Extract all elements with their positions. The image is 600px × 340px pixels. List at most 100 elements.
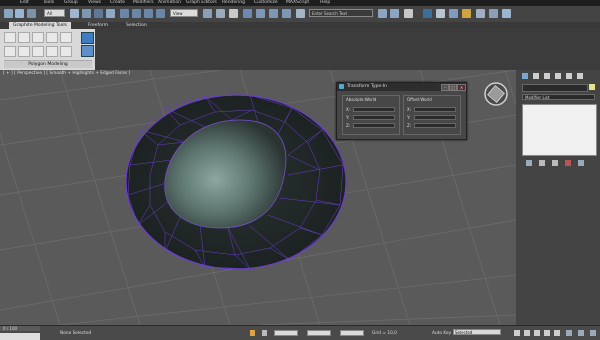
polygon-modeling-tool-1[interactable] [4, 32, 16, 43]
status-text: None Selected [60, 331, 92, 336]
spinner-snap-icon[interactable] [282, 9, 291, 18]
lock-selection-icon[interactable] [250, 330, 255, 336]
abs-x-spinner[interactable] [353, 107, 395, 112]
goto-start-icon[interactable] [514, 330, 520, 336]
link-icon[interactable] [27, 9, 36, 18]
utilities-tab-icon[interactable] [577, 73, 583, 79]
ribbon-panel: Polygon Modeling [0, 29, 600, 70]
place-icon[interactable] [156, 9, 165, 18]
remove-modifier-icon[interactable] [565, 160, 571, 166]
dialog-titlebar[interactable]: Transform Type-In – □ × [337, 83, 466, 91]
modify-tab-icon[interactable] [533, 73, 539, 79]
goto-end-icon[interactable] [554, 330, 560, 336]
named-selection-sets-dropdown[interactable]: Enter Search Text [309, 9, 373, 17]
keyboard-shortcut-icon[interactable] [229, 9, 238, 18]
auto-key-button[interactable]: Auto Key [432, 331, 451, 336]
grid-size-text: Grid = 10,0 [372, 331, 397, 336]
previous-frame-icon[interactable] [524, 330, 530, 336]
absolute-mode-icon[interactable] [262, 330, 267, 336]
zoom-icon[interactable] [566, 330, 572, 336]
hierarchy-tab-icon[interactable] [544, 73, 550, 79]
graphite-panel-toggle-icon[interactable] [81, 32, 94, 44]
polygon-modeling-tool-3[interactable] [32, 32, 44, 43]
polygon-modeling-tool-10[interactable] [60, 46, 72, 57]
polygon-modeling-tool-9[interactable] [46, 46, 58, 57]
tab-freeform[interactable]: Freeform [84, 22, 112, 29]
material-editor-icon[interactable] [462, 9, 471, 18]
region-select-icon[interactable] [94, 9, 103, 18]
abs-x-label: X: [346, 107, 351, 112]
offset-x-label: X: [407, 107, 412, 112]
snaps-toggle-icon[interactable] [243, 9, 252, 18]
scale-icon[interactable] [144, 9, 153, 18]
polygon-modeling-tool-7[interactable] [18, 46, 30, 57]
z-coordinate-field[interactable] [340, 330, 364, 336]
offset-y-spinner[interactable] [414, 115, 456, 120]
minimize-icon[interactable]: – [441, 84, 449, 91]
pivot-center-icon[interactable] [203, 9, 212, 18]
select-manipulate-icon[interactable] [216, 9, 225, 18]
curve-editor-icon[interactable] [436, 9, 445, 18]
object-name-field[interactable] [522, 84, 588, 92]
ribbon-empty-area [95, 29, 600, 70]
orbit-icon[interactable] [590, 330, 596, 336]
x-coordinate-field[interactable] [274, 330, 298, 336]
motion-tab-icon[interactable] [555, 73, 561, 79]
object-color-swatch[interactable] [589, 84, 595, 90]
layer-manager-icon[interactable] [404, 9, 413, 18]
angle-snap-icon[interactable] [256, 9, 265, 18]
offset-y-label: Y: [407, 115, 411, 120]
window-crossing-icon[interactable] [106, 9, 115, 18]
abs-y-spinner[interactable] [353, 115, 395, 120]
schematic-view-icon[interactable] [449, 9, 458, 18]
next-frame-icon[interactable] [544, 330, 550, 336]
play-icon[interactable] [534, 330, 540, 336]
polygon-modeling-tool-5[interactable] [60, 32, 72, 43]
show-end-result-icon[interactable] [539, 160, 545, 166]
configure-modifier-sets-icon[interactable] [578, 160, 584, 166]
offset-world-group: Offset:World X: Y: Z: [403, 95, 461, 135]
abs-z-spinner[interactable] [353, 123, 395, 128]
named-selection-icon[interactable] [296, 9, 305, 18]
key-filter-dropdown[interactable]: Selected [453, 329, 501, 335]
polygon-modeling-tool-2[interactable] [18, 32, 30, 43]
select-by-name-icon[interactable] [82, 9, 91, 18]
polygon-modeling-tool-8[interactable] [32, 46, 44, 57]
tab-selection[interactable]: Selection [122, 22, 151, 29]
graphite-panel-toggle-icon-2[interactable] [81, 45, 94, 57]
time-slider[interactable]: 0 / 100 [0, 326, 40, 331]
polygon-modeling-tool-4[interactable] [46, 32, 58, 43]
rendered-frame-icon[interactable] [489, 9, 498, 18]
rotate-icon[interactable] [132, 9, 141, 18]
render-production-icon[interactable] [502, 9, 511, 18]
create-tab-icon[interactable] [522, 73, 528, 79]
modifier-list-dropdown[interactable]: Modifier List [522, 94, 595, 100]
pan-icon[interactable] [578, 330, 584, 336]
move-icon[interactable] [120, 9, 129, 18]
panel-title-polygon-modeling[interactable]: Polygon Modeling [4, 60, 92, 68]
viewport-label[interactable]: [ + ] [ Perspective ] [ Smooth + Highlig… [3, 71, 130, 76]
render-setup-icon[interactable] [476, 9, 485, 18]
polygon-modeling-tool-6[interactable] [4, 46, 16, 57]
pin-stack-icon[interactable] [526, 160, 532, 166]
command-panel: Modifier List [516, 70, 600, 325]
y-coordinate-field[interactable] [307, 330, 331, 336]
maximize-icon[interactable]: □ [449, 84, 457, 91]
make-unique-icon[interactable] [552, 160, 558, 166]
select-object-icon[interactable] [70, 9, 79, 18]
app-icon [339, 84, 344, 89]
percent-snap-icon[interactable] [269, 9, 278, 18]
align-icon[interactable] [390, 9, 399, 18]
tab-graphite-modeling-tools[interactable]: Graphite Modeling Tools [9, 22, 72, 29]
selection-filter-dropdown[interactable]: All [44, 9, 65, 17]
offset-x-spinner[interactable] [414, 107, 456, 112]
undo-icon[interactable] [4, 9, 13, 18]
display-tab-icon[interactable] [566, 73, 572, 79]
mirror-icon[interactable] [378, 9, 387, 18]
close-icon[interactable]: × [457, 84, 466, 91]
reference-coordinate-dropdown[interactable]: View [170, 9, 198, 17]
redo-icon[interactable] [15, 9, 24, 18]
graphite-toggle-icon[interactable] [423, 9, 432, 18]
modifier-stack[interactable] [522, 104, 597, 156]
offset-z-spinner[interactable] [414, 123, 456, 128]
